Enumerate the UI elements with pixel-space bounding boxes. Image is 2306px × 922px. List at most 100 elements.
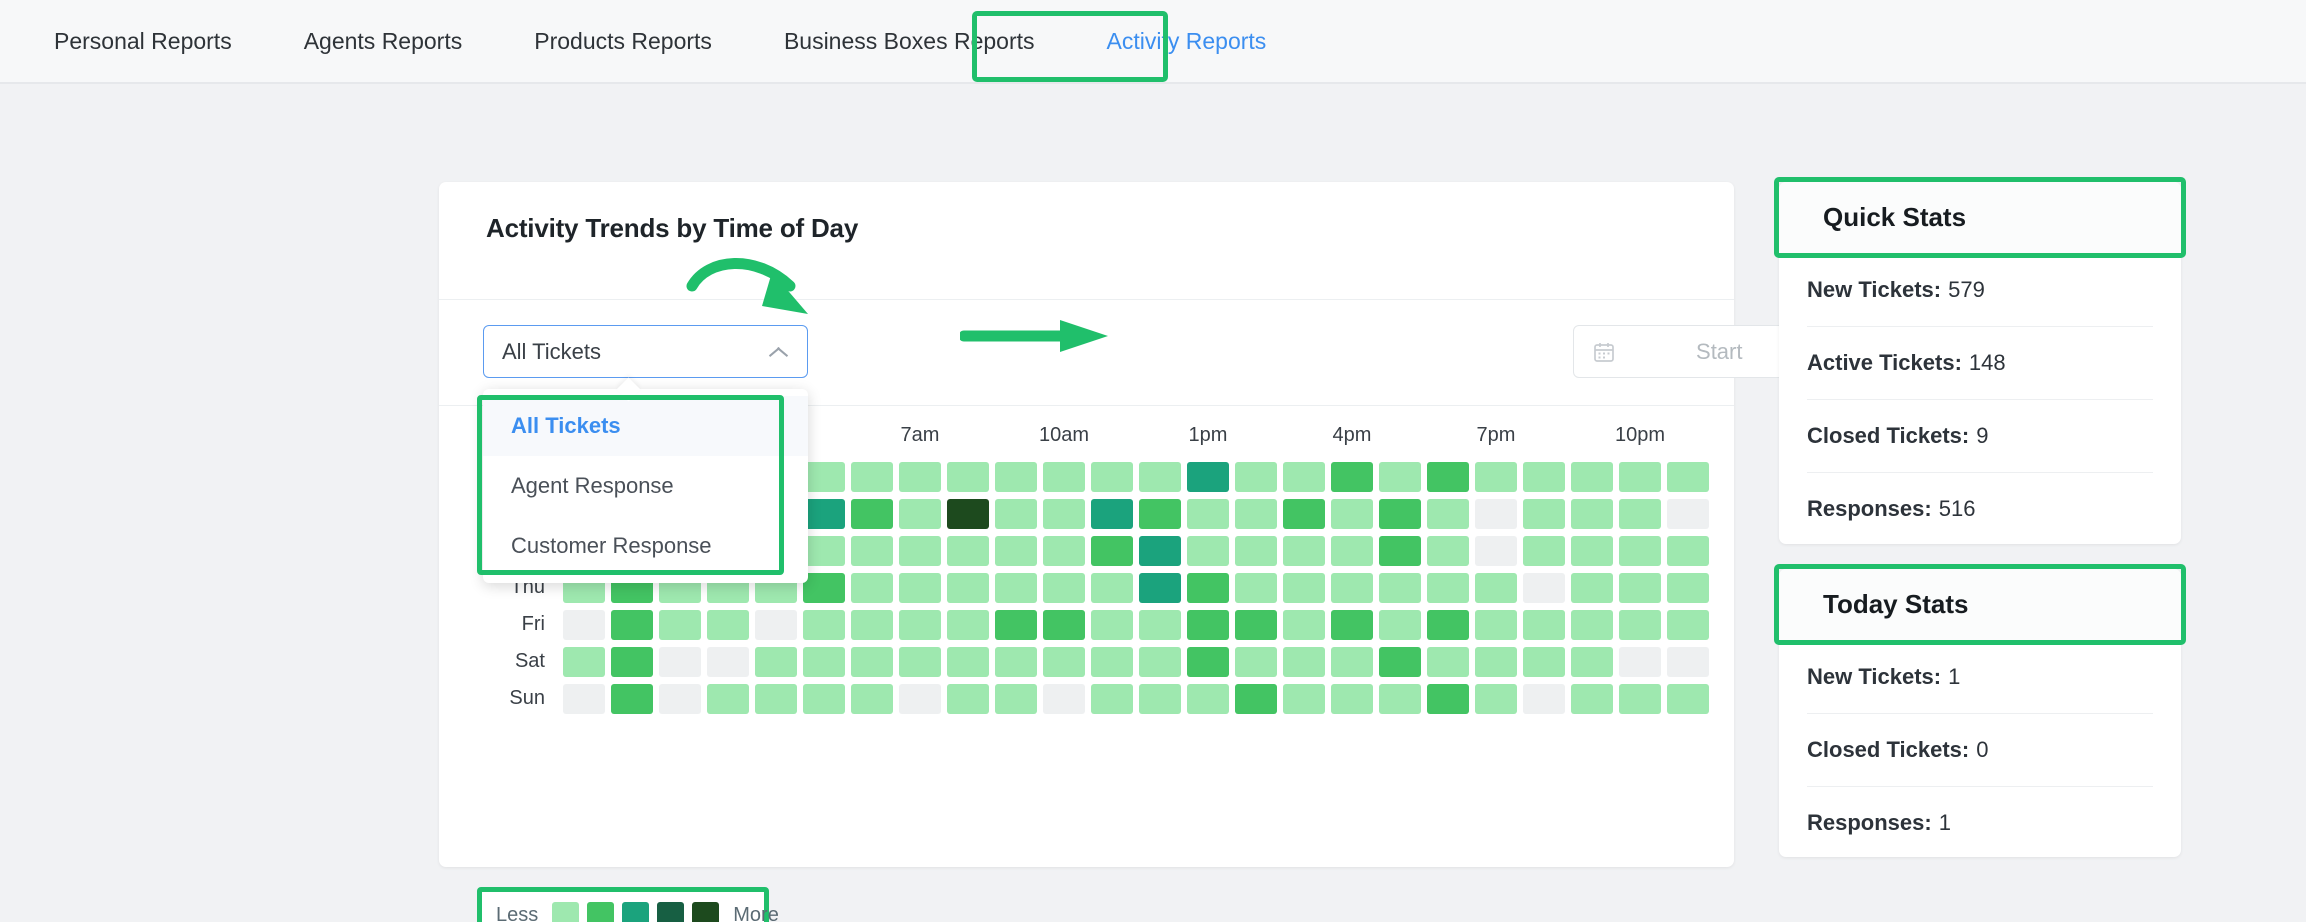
heatmap-cell[interactable] xyxy=(1091,646,1133,677)
heatmap-cell[interactable] xyxy=(611,683,653,714)
heatmap-cell[interactable] xyxy=(995,609,1037,640)
heatmap-cell[interactable] xyxy=(1283,683,1325,714)
heatmap-cell[interactable] xyxy=(1619,461,1661,492)
heatmap-cell[interactable] xyxy=(995,572,1037,603)
heatmap-cell[interactable] xyxy=(1235,646,1277,677)
heatmap-cell[interactable] xyxy=(1427,609,1469,640)
heatmap-cell[interactable] xyxy=(803,572,845,603)
heatmap-cell[interactable] xyxy=(1667,609,1709,640)
heatmap-cell[interactable] xyxy=(803,683,845,714)
heatmap-cell[interactable] xyxy=(1475,572,1517,603)
heatmap-cell[interactable] xyxy=(1427,572,1469,603)
heatmap-cell[interactable] xyxy=(1139,572,1181,603)
heatmap-cell[interactable] xyxy=(707,609,749,640)
heatmap-cell[interactable] xyxy=(1667,646,1709,677)
tab-agents-reports[interactable]: Agents Reports xyxy=(268,0,499,83)
dropdown-option-customer-response[interactable]: Customer Response xyxy=(483,516,808,576)
heatmap-cell[interactable] xyxy=(1379,572,1421,603)
heatmap-cell[interactable] xyxy=(755,646,797,677)
heatmap-cell[interactable] xyxy=(995,683,1037,714)
heatmap-cell[interactable] xyxy=(1571,535,1613,566)
heatmap-cell[interactable] xyxy=(1331,683,1373,714)
heatmap-cell[interactable] xyxy=(1139,461,1181,492)
heatmap-cell[interactable] xyxy=(1523,646,1565,677)
heatmap-cell[interactable] xyxy=(851,498,893,529)
heatmap-cell[interactable] xyxy=(1571,646,1613,677)
heatmap-cell[interactable] xyxy=(1091,498,1133,529)
heatmap-cell[interactable] xyxy=(899,646,941,677)
heatmap-cell[interactable] xyxy=(803,498,845,529)
heatmap-cell[interactable] xyxy=(1235,572,1277,603)
dropdown-option-all-tickets[interactable]: All Tickets xyxy=(483,396,808,456)
heatmap-cell[interactable] xyxy=(1187,498,1229,529)
heatmap-cell[interactable] xyxy=(1667,572,1709,603)
heatmap-cell[interactable] xyxy=(1235,498,1277,529)
heatmap-cell[interactable] xyxy=(947,535,989,566)
heatmap-cell[interactable] xyxy=(1139,609,1181,640)
heatmap-cell[interactable] xyxy=(611,609,653,640)
heatmap-cell[interactable] xyxy=(1379,609,1421,640)
heatmap-cell[interactable] xyxy=(851,609,893,640)
heatmap-cell[interactable] xyxy=(851,535,893,566)
heatmap-cell[interactable] xyxy=(1571,461,1613,492)
heatmap-cell[interactable] xyxy=(899,461,941,492)
heatmap-cell[interactable] xyxy=(1619,535,1661,566)
heatmap-cell[interactable] xyxy=(1043,646,1085,677)
heatmap-cell[interactable] xyxy=(1523,572,1565,603)
heatmap-cell[interactable] xyxy=(1379,646,1421,677)
heatmap-cell[interactable] xyxy=(1091,683,1133,714)
heatmap-cell[interactable] xyxy=(947,646,989,677)
heatmap-cell[interactable] xyxy=(899,683,941,714)
heatmap-cell[interactable] xyxy=(803,535,845,566)
heatmap-cell[interactable] xyxy=(1043,461,1085,492)
heatmap-cell[interactable] xyxy=(1043,572,1085,603)
heatmap-cell[interactable] xyxy=(1187,609,1229,640)
heatmap-cell[interactable] xyxy=(803,646,845,677)
heatmap-cell[interactable] xyxy=(995,535,1037,566)
heatmap-cell[interactable] xyxy=(1523,461,1565,492)
heatmap-cell[interactable] xyxy=(755,683,797,714)
heatmap-cell[interactable] xyxy=(1139,683,1181,714)
heatmap-cell[interactable] xyxy=(1235,609,1277,640)
heatmap-cell[interactable] xyxy=(1427,683,1469,714)
heatmap-cell[interactable] xyxy=(803,461,845,492)
heatmap-cell[interactable] xyxy=(1619,646,1661,677)
heatmap-cell[interactable] xyxy=(1379,498,1421,529)
heatmap-cell[interactable] xyxy=(1379,461,1421,492)
heatmap-cell[interactable] xyxy=(1331,646,1373,677)
heatmap-cell[interactable] xyxy=(899,535,941,566)
heatmap-cell[interactable] xyxy=(1523,683,1565,714)
heatmap-cell[interactable] xyxy=(1331,498,1373,529)
tab-activity-reports[interactable]: Activity Reports xyxy=(1071,0,1303,83)
heatmap-cell[interactable] xyxy=(1187,535,1229,566)
heatmap-cell[interactable] xyxy=(1667,461,1709,492)
tab-business-boxes-reports[interactable]: Business Boxes Reports xyxy=(748,0,1071,83)
heatmap-cell[interactable] xyxy=(1475,683,1517,714)
heatmap-cell[interactable] xyxy=(1427,535,1469,566)
heatmap-cell[interactable] xyxy=(947,683,989,714)
heatmap-cell[interactable] xyxy=(899,609,941,640)
heatmap-cell[interactable] xyxy=(563,609,605,640)
heatmap-cell[interactable] xyxy=(899,572,941,603)
heatmap-cell[interactable] xyxy=(1571,683,1613,714)
heatmap-cell[interactable] xyxy=(1331,461,1373,492)
heatmap-cell[interactable] xyxy=(1091,535,1133,566)
heatmap-cell[interactable] xyxy=(947,461,989,492)
heatmap-cell[interactable] xyxy=(1619,609,1661,640)
heatmap-cell[interactable] xyxy=(1475,535,1517,566)
heatmap-cell[interactable] xyxy=(1283,572,1325,603)
heatmap-cell[interactable] xyxy=(1091,461,1133,492)
tab-personal-reports[interactable]: Personal Reports xyxy=(18,0,268,83)
heatmap-cell[interactable] xyxy=(1571,498,1613,529)
heatmap-cell[interactable] xyxy=(803,609,845,640)
heatmap-cell[interactable] xyxy=(611,646,653,677)
tab-products-reports[interactable]: Products Reports xyxy=(498,0,748,83)
heatmap-cell[interactable] xyxy=(659,609,701,640)
heatmap-cell[interactable] xyxy=(1091,572,1133,603)
heatmap-cell[interactable] xyxy=(1283,646,1325,677)
heatmap-cell[interactable] xyxy=(563,683,605,714)
heatmap-cell[interactable] xyxy=(1475,609,1517,640)
heatmap-cell[interactable] xyxy=(1427,461,1469,492)
heatmap-cell[interactable] xyxy=(1139,498,1181,529)
heatmap-cell[interactable] xyxy=(851,683,893,714)
